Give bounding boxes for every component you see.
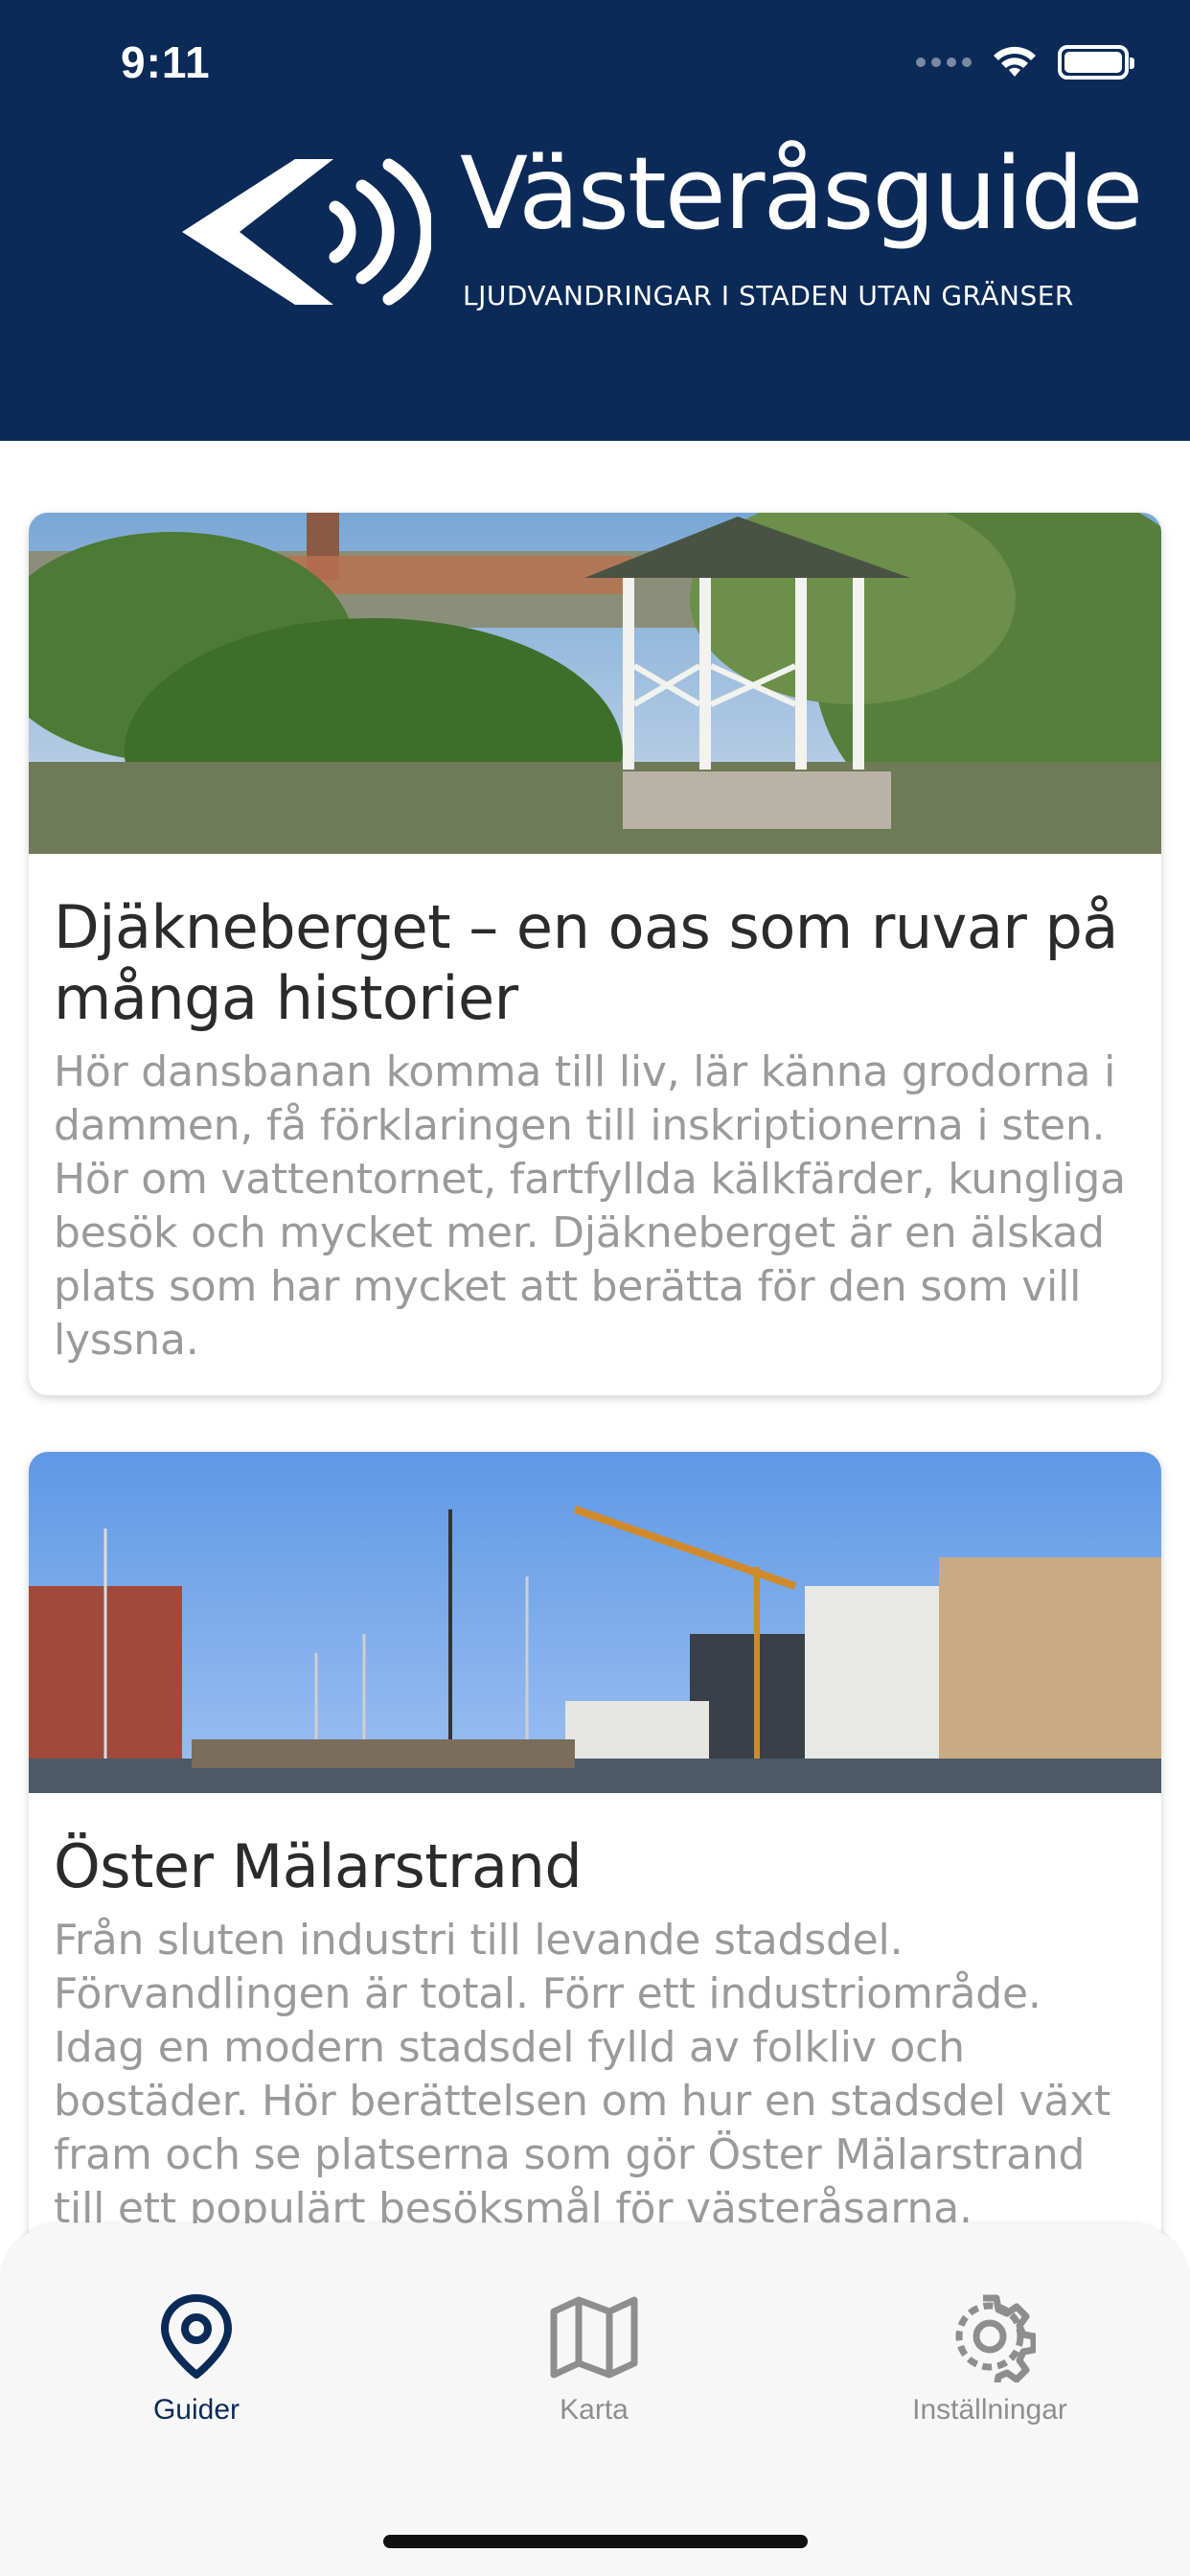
guide-card[interactable]: Djäkneberget – en oas som ruvar på många… xyxy=(29,513,1161,1395)
wifi-icon xyxy=(994,46,1036,77)
tab-karta[interactable]: Karta xyxy=(479,2290,709,2426)
battery-icon xyxy=(1058,45,1134,80)
status-time: 9:11 xyxy=(121,37,211,87)
guide-title: Djäkneberget – en oas som ruvar på många… xyxy=(54,892,1118,1033)
status-indicators xyxy=(916,44,1134,80)
gear-icon xyxy=(955,2294,1036,2382)
cellular-signal-icon xyxy=(916,58,972,67)
tab-label: Inställningar xyxy=(912,2394,1067,2426)
sound-arrow-logo-icon xyxy=(182,158,431,306)
tab-bar: Guider Karta Inställningar xyxy=(0,2223,1190,2576)
home-indicator[interactable] xyxy=(383,2535,808,2548)
tab-label: Karta xyxy=(560,2394,629,2426)
tab-label: Guider xyxy=(152,2394,240,2426)
guide-description: Hör dansbanan komma till liv, lär känna … xyxy=(54,1047,1126,1365)
guide-title: Öster Mälarstrand xyxy=(54,1831,583,1901)
app-header: 9:11 Västeråsguide LJUDVANDRINGAR I STAD… xyxy=(0,0,1190,441)
brand-subtitle: LJUDVANDRINGAR I STADEN UTAN GRÄNSER xyxy=(463,280,1074,311)
guide-image xyxy=(29,513,1161,854)
guide-description: Från sluten industri till levande stadsd… xyxy=(54,1916,1111,2233)
map-icon xyxy=(550,2296,638,2379)
tab-installningar[interactable]: Inställningar xyxy=(875,2290,1105,2426)
guide-image xyxy=(29,1452,1161,1793)
brand-title: Västeråsguide xyxy=(460,135,1143,252)
tab-guider[interactable]: Guider xyxy=(81,2290,311,2426)
location-pin-icon xyxy=(161,2294,232,2379)
